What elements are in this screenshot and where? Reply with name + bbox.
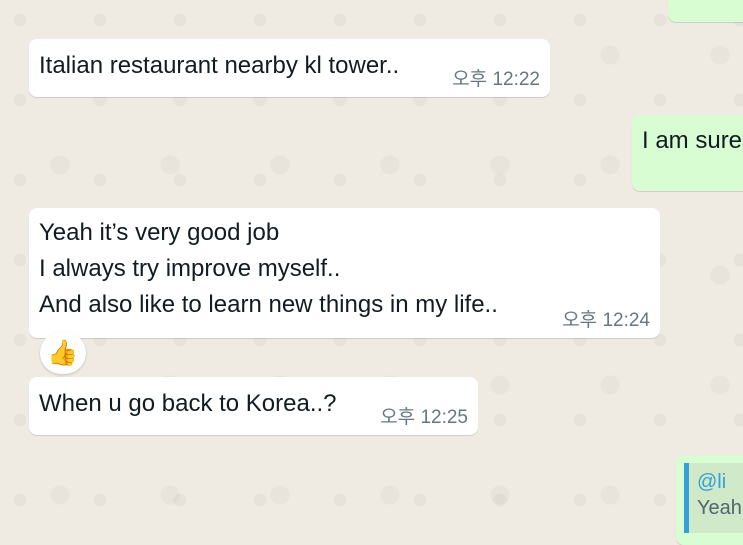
thumbs-up-icon: 👍	[47, 338, 79, 367]
message-time: 오후 12:22	[452, 69, 540, 90]
quoted-message[interactable]: @li Yeah	[684, 463, 743, 533]
message-time: 오후 12:24	[562, 310, 650, 331]
message-line: I always try improve myself..	[39, 255, 341, 282]
message-time: 오후 12:25	[380, 407, 468, 428]
quoted-text: Yeah	[697, 497, 742, 519]
incoming-message[interactable]: Yeah it’s very good job I always try imp…	[29, 208, 660, 338]
outgoing-message-partial[interactable]	[668, 0, 743, 22]
incoming-message[interactable]: Italian restaurant nearby kl tower.. 오후 …	[29, 39, 550, 97]
quoted-author: @li	[697, 471, 727, 493]
message-text: I am sure	[642, 127, 743, 154]
incoming-message[interactable]: When u go back to Korea..? 오후 12:25	[29, 377, 478, 435]
outgoing-message[interactable]: I am sure	[632, 115, 743, 191]
message-line: Yeah it’s very good job	[39, 219, 280, 246]
thumbs-up-reaction[interactable]: 👍	[40, 332, 86, 374]
